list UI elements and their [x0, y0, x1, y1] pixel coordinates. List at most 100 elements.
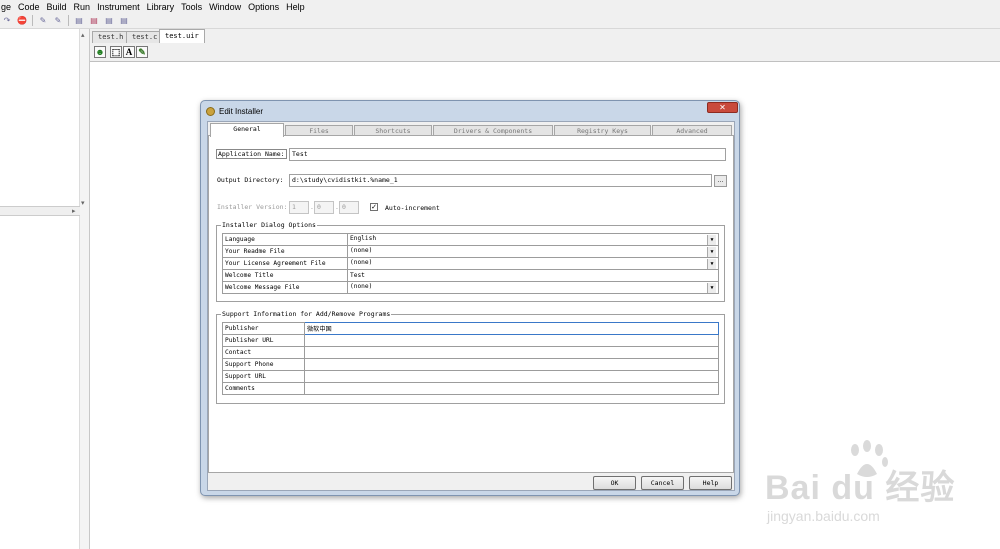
- document-red-icon[interactable]: ▤: [89, 16, 99, 26]
- comments-field[interactable]: [304, 382, 719, 395]
- contact-field[interactable]: [304, 346, 719, 359]
- toolbar-separator: [68, 15, 69, 26]
- menu-window[interactable]: Window: [209, 2, 241, 12]
- menu-code[interactable]: Code: [18, 2, 40, 12]
- chevron-down-icon[interactable]: ▼: [707, 246, 716, 257]
- installer-icon: [206, 106, 215, 116]
- document-list-icon[interactable]: ▤: [119, 16, 129, 26]
- menu-build[interactable]: Build: [47, 2, 67, 12]
- support-label: Support Phone: [222, 358, 305, 371]
- pane-splitter[interactable]: ▸: [0, 206, 80, 216]
- select-tool-icon[interactable]: ⬚: [110, 46, 122, 58]
- table-row[interactable]: Publisher URL: [222, 334, 719, 347]
- menu-options[interactable]: Options: [248, 2, 279, 12]
- dialog-body: General Files Shortcuts Drivers & Compon…: [207, 121, 735, 491]
- option-label: Language: [222, 233, 348, 246]
- welcome-message-select[interactable]: ▼ (none): [347, 281, 719, 294]
- welcome-title-field[interactable]: Test: [347, 269, 719, 282]
- watermark-url: jingyan.baidu.com: [767, 508, 880, 524]
- menu-tools[interactable]: Tools: [181, 2, 202, 12]
- auto-increment-checkbox[interactable]: ✓: [370, 203, 378, 211]
- scroll-down-icon[interactable]: ▾: [81, 199, 85, 207]
- installer-version-label: Installer Version:: [217, 203, 288, 211]
- cancel-button[interactable]: Cancel: [641, 476, 684, 490]
- tab-test-c[interactable]: test.c: [126, 31, 164, 43]
- chevron-down-icon[interactable]: ▼: [707, 282, 716, 293]
- version-minor-field[interactable]: 0: [314, 201, 334, 214]
- tab-test-h[interactable]: test.h: [92, 31, 130, 43]
- license-value: (none): [350, 258, 373, 266]
- version-major-field[interactable]: 1: [289, 201, 309, 214]
- auto-increment-label: Auto-increment: [385, 204, 440, 212]
- help-button[interactable]: Help: [689, 476, 732, 490]
- table-row[interactable]: Comments: [222, 382, 719, 395]
- edit-installer-dialog: Edit Installer ✕ General Files Shortcuts…: [200, 100, 740, 496]
- language-value: English: [350, 234, 377, 242]
- option-label: Your License Agreement File: [222, 257, 348, 270]
- table-row[interactable]: Language ▼ English: [222, 233, 719, 246]
- step-over-icon[interactable]: ✎: [53, 16, 63, 26]
- option-label: Your Readme File: [222, 245, 348, 258]
- step-into-icon[interactable]: ✎: [38, 16, 48, 26]
- document-icon[interactable]: ▤: [74, 16, 84, 26]
- table-row[interactable]: Welcome Message File ▼ (none): [222, 281, 719, 294]
- chevron-down-icon[interactable]: ▼: [707, 234, 716, 245]
- scroll-up-icon[interactable]: ▴: [81, 31, 85, 39]
- stop-icon[interactable]: ⛔: [17, 16, 27, 26]
- app-name-field[interactable]: Test: [289, 148, 726, 161]
- support-url-field[interactable]: [304, 370, 719, 383]
- support-info-title: Support Information for Add/Remove Progr…: [221, 310, 392, 318]
- menu-file-partial[interactable]: ge: [1, 2, 11, 12]
- color-tool-icon[interactable]: ✎: [136, 46, 148, 58]
- menu-instrument[interactable]: Instrument: [97, 2, 140, 12]
- general-tab-panel: Application Name: Test Output Directory:…: [208, 135, 734, 473]
- main-toolbar: ↷ ⛔ ✎ ✎ ▤ ▤ ▤ ▤: [0, 13, 1000, 29]
- tab-general[interactable]: General: [210, 123, 284, 137]
- app-name-label: Application Name:: [216, 149, 287, 159]
- chevron-down-icon[interactable]: ▼: [707, 258, 716, 269]
- table-row[interactable]: Contact: [222, 346, 719, 359]
- close-button[interactable]: ✕: [707, 102, 738, 113]
- language-select[interactable]: ▼ English: [347, 233, 719, 246]
- operate-tool-icon[interactable]: ☻: [94, 46, 106, 58]
- menu-bar: ge Code Build Run Instrument Library Too…: [0, 0, 1000, 13]
- option-label: Welcome Title: [222, 269, 348, 282]
- table-row[interactable]: Welcome Title Test: [222, 269, 719, 282]
- table-row[interactable]: Support URL: [222, 370, 719, 383]
- support-info-table: Publisher 微软中国 Publisher URL Contact Sup…: [222, 322, 719, 395]
- redo-icon[interactable]: ↷: [2, 16, 12, 26]
- label-tool-icon[interactable]: A: [123, 46, 135, 58]
- scroll-right-icon[interactable]: ▸: [72, 207, 76, 215]
- readme-value: (none): [350, 246, 373, 254]
- uir-editor-toolbar: ☻ ⬚ A ✎: [90, 43, 1000, 62]
- toolbar-separator: [32, 15, 33, 26]
- option-label: Welcome Message File: [222, 281, 348, 294]
- publisher-field[interactable]: 微软中国: [304, 322, 719, 335]
- baidu-watermark: Bai du 经验 jingyan.baidu.com: [765, 440, 1000, 530]
- document-edit-icon[interactable]: ▤: [104, 16, 114, 26]
- welcome-message-value: (none): [350, 282, 373, 290]
- menu-help[interactable]: Help: [286, 2, 305, 12]
- version-patch-field[interactable]: 0: [339, 201, 359, 214]
- project-tree-pane: ▴ ▾ ▸: [0, 29, 90, 549]
- readme-select[interactable]: ▼ (none): [347, 245, 719, 258]
- browse-button[interactable]: ...: [714, 175, 727, 187]
- table-row[interactable]: Your License Agreement File ▼ (none): [222, 257, 719, 270]
- menu-library[interactable]: Library: [147, 2, 175, 12]
- support-phone-field[interactable]: [304, 358, 719, 371]
- menu-run[interactable]: Run: [74, 2, 91, 12]
- dialog-titlebar: Edit Installer: [206, 104, 263, 118]
- support-label: Comments: [222, 382, 305, 395]
- table-row[interactable]: Support Phone: [222, 358, 719, 371]
- support-label: Contact: [222, 346, 305, 359]
- installer-dialog-options-table: Language ▼ English Your Readme File ▼ (non…: [222, 233, 719, 294]
- table-row[interactable]: Your Readme File ▼ (none): [222, 245, 719, 258]
- license-select[interactable]: ▼ (none): [347, 257, 719, 270]
- table-row[interactable]: Publisher 微软中国: [222, 322, 719, 335]
- document-tabs: test.h test.c test.uir: [90, 29, 1000, 43]
- ok-button[interactable]: OK: [593, 476, 636, 490]
- left-pane-scrollbar[interactable]: ▴ ▾: [79, 29, 89, 549]
- publisher-url-field[interactable]: [304, 334, 719, 347]
- tab-test-uir[interactable]: test.uir: [159, 29, 205, 43]
- output-dir-field[interactable]: d:\study\cvidistkit.%name_1: [289, 174, 712, 187]
